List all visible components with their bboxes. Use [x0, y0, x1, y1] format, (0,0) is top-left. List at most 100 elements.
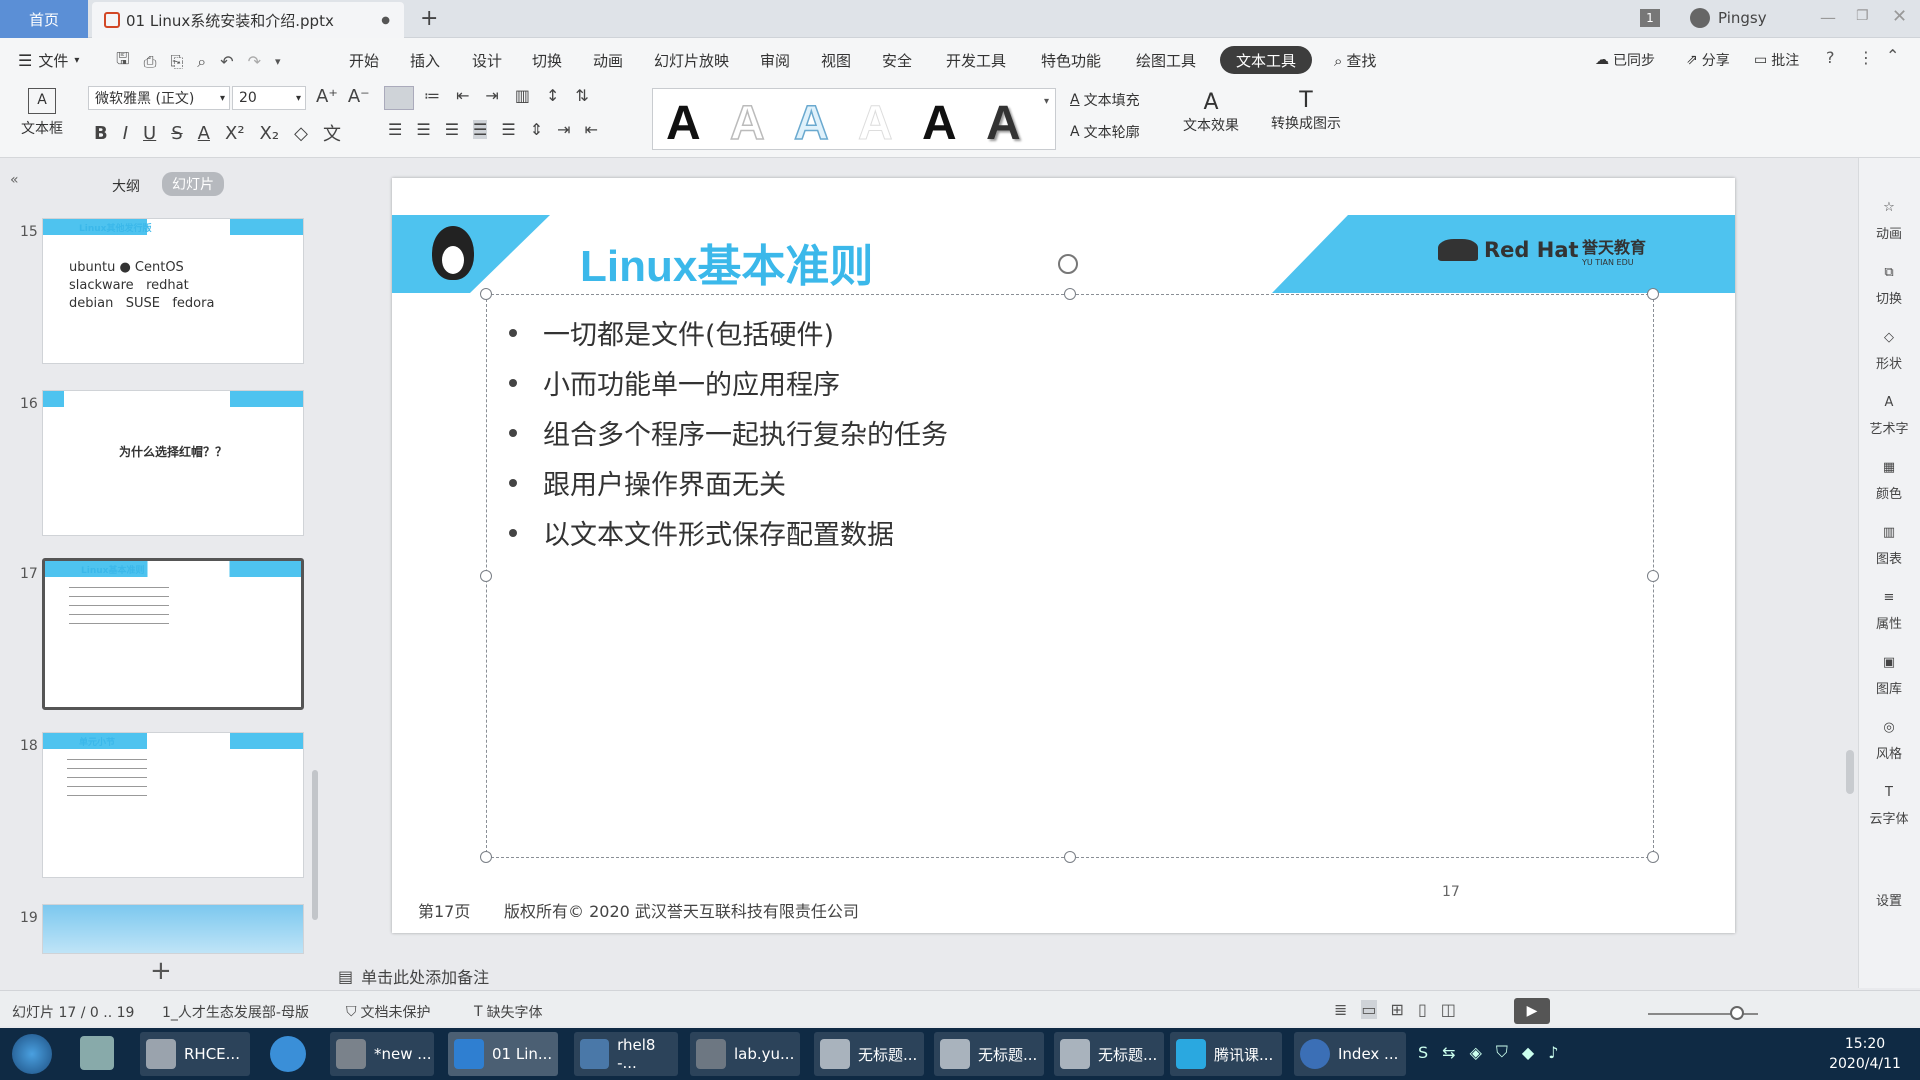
menu-developer[interactable]: 开发工具: [946, 50, 1006, 71]
wordart-style-4-icon[interactable]: A: [858, 96, 894, 151]
collapse-pane-icon[interactable]: «: [10, 172, 19, 188]
resize-handle[interactable]: [1647, 288, 1659, 300]
superscript-icon[interactable]: X²: [225, 123, 245, 144]
underline-icon[interactable]: U: [143, 123, 156, 144]
resize-handle[interactable]: [1647, 570, 1659, 582]
line-spacing-icon[interactable]: ↕: [546, 86, 559, 105]
columns-icon[interactable]: ▥: [515, 86, 530, 105]
gallery-more-icon[interactable]: ▾: [1044, 96, 1049, 107]
wordart-style-3-icon[interactable]: A: [793, 96, 829, 151]
pane-colors[interactable]: ▦ 颜色: [1858, 460, 1920, 502]
slide-thumbnail-16[interactable]: 为什么选择红帽？？: [42, 390, 304, 536]
resize-handle[interactable]: [1647, 851, 1659, 863]
text-effect-button[interactable]: A 文本效果: [1172, 90, 1250, 135]
more-icon[interactable]: ⋮: [1858, 48, 1874, 67]
slide-thumbnail-18[interactable]: 单元小节: [42, 732, 304, 878]
save-icon[interactable]: 🖫: [116, 48, 130, 75]
pane-shapes[interactable]: ◇ 形状: [1858, 330, 1920, 372]
pane-properties[interactable]: ≡ 属性: [1858, 590, 1920, 632]
bullet-item[interactable]: 组合多个程序一起执行复杂的任务: [487, 413, 948, 452]
tray-network-icon[interactable]: ⇆: [1442, 1043, 1455, 1062]
thumb-scrollbar[interactable]: [312, 770, 318, 920]
normal-view-icon[interactable]: ▭: [1361, 1000, 1377, 1019]
bullet-item[interactable]: 跟用户操作界面无关: [487, 463, 786, 502]
print-icon[interactable]: ⎘: [170, 52, 183, 72]
strikethrough-icon[interactable]: S: [171, 123, 182, 144]
slide-canvas[interactable]: Linux基本准则 Red Hat 誉天教育 YU TIAN EDU 一切都是文…: [392, 178, 1735, 933]
menu-home[interactable]: 开始: [349, 50, 379, 71]
task-paint-2[interactable]: 无标题...: [934, 1032, 1044, 1076]
rotate-handle-icon[interactable]: [1058, 254, 1078, 274]
add-slide-button[interactable]: +: [150, 956, 172, 986]
protect-status[interactable]: ⛉ 文档未保护: [346, 1002, 431, 1022]
text-outline-button[interactable]: A 文本轮廓: [1070, 122, 1140, 142]
file-menu[interactable]: ☰ 文件 ▾: [18, 50, 79, 71]
close-icon[interactable]: ✕: [1892, 6, 1907, 27]
pane-animation[interactable]: ☆ 动画: [1858, 200, 1920, 242]
missing-font-status[interactable]: T 缺失字体: [474, 1002, 543, 1022]
new-tab-button[interactable]: +: [420, 6, 438, 31]
customize-icon[interactable]: ▾: [275, 55, 281, 68]
font-color-icon[interactable]: A: [198, 123, 210, 144]
clear-format-icon[interactable]: ◇: [294, 123, 308, 144]
help-icon[interactable]: ?: [1826, 48, 1835, 67]
clock[interactable]: 15:20 2020/4/11: [1820, 1034, 1910, 1074]
tray-box-icon[interactable]: ◈: [1470, 1043, 1482, 1062]
wordart-style-2-icon[interactable]: A: [729, 96, 765, 151]
tray-volume-icon[interactable]: ♪: [1548, 1043, 1558, 1062]
reading-view-icon[interactable]: ▯: [1418, 1000, 1427, 1019]
menu-features[interactable]: 特色功能: [1041, 50, 1101, 71]
align-right-icon[interactable]: ☰: [445, 120, 459, 139]
menu-transition[interactable]: 切换: [532, 50, 562, 71]
text-fill-button[interactable]: A 文本填充: [1070, 90, 1140, 110]
slide-thumbnail-19[interactable]: [42, 904, 304, 954]
numbered-list-icon[interactable]: ≔: [424, 86, 440, 105]
task-lab[interactable]: lab.yu...: [690, 1032, 800, 1076]
pane-cloud-font[interactable]: T 云字体: [1858, 785, 1920, 827]
textbox-button[interactable]: A 文本框: [14, 88, 70, 138]
tray-app-icon[interactable]: S: [1418, 1043, 1428, 1062]
menu-animation[interactable]: 动画: [593, 50, 623, 71]
pane-chart[interactable]: ▥ 图表: [1858, 525, 1920, 567]
menu-view[interactable]: 视图: [821, 50, 851, 71]
italic-icon[interactable]: I: [123, 123, 128, 144]
para-spacing-icon[interactable]: ⇕: [530, 120, 543, 139]
text-direction-icon[interactable]: ⇅: [575, 86, 588, 105]
task-paint-3[interactable]: 无标题...: [1054, 1032, 1164, 1076]
shrink-font-icon[interactable]: A⁻: [348, 86, 370, 107]
presenter-view-icon[interactable]: ◫: [1441, 1000, 1456, 1019]
slide-thumbnail-15[interactable]: Linux其他发行版 ubuntu ● CentOS slackware redh…: [42, 218, 304, 364]
resize-handle[interactable]: [480, 288, 492, 300]
tab-slides[interactable]: 幻灯片: [162, 172, 224, 196]
taskbar-pinned-icon[interactable]: [80, 1036, 114, 1070]
menu-drawing-tools[interactable]: 绘图工具: [1136, 50, 1196, 71]
menu-slideshow[interactable]: 幻灯片放映: [654, 50, 729, 71]
decrease-indent-icon[interactable]: ⇤: [456, 86, 469, 105]
tray-shield-icon[interactable]: ⛉: [1496, 1042, 1508, 1062]
search-button[interactable]: ⌕ 查找: [1334, 50, 1376, 71]
font-name-select[interactable]: 微软雅黑 (正文) ▾: [88, 86, 230, 110]
outdent-icon[interactable]: ⇤: [585, 120, 598, 139]
indent-icon[interactable]: ⇥: [557, 120, 570, 139]
pane-settings[interactable]: 设置: [1858, 890, 1920, 909]
task-new[interactable]: *new ...: [330, 1032, 434, 1076]
bullet-item[interactable]: 以文本文件形式保存配置数据: [487, 513, 894, 552]
task-index[interactable]: Index ...: [1294, 1032, 1406, 1076]
bold-icon[interactable]: B: [94, 123, 108, 144]
menu-security[interactable]: 安全: [882, 50, 912, 71]
char-spacing-icon[interactable]: 文: [323, 120, 341, 146]
tab-home[interactable]: 首页: [0, 0, 88, 38]
grow-font-icon[interactable]: A⁺: [316, 86, 338, 107]
undo-icon[interactable]: ↶: [220, 52, 233, 71]
print-preview-icon[interactable]: ⎙: [144, 52, 157, 72]
comment-button[interactable]: ▭ 批注: [1754, 50, 1799, 70]
redo-icon[interactable]: ↷: [248, 52, 261, 71]
wordart-style-6-icon[interactable]: A: [986, 96, 1021, 151]
zoom-slider-thumb[interactable]: [1730, 1006, 1744, 1020]
resize-handle[interactable]: [480, 851, 492, 863]
share-button[interactable]: ⇗ 分享: [1686, 50, 1730, 70]
task-paint-1[interactable]: 无标题...: [814, 1032, 924, 1076]
restore-icon[interactable]: ❐: [1856, 8, 1869, 24]
menu-design[interactable]: 设计: [472, 50, 502, 71]
sync-status[interactable]: ☁ 已同步: [1595, 50, 1655, 70]
